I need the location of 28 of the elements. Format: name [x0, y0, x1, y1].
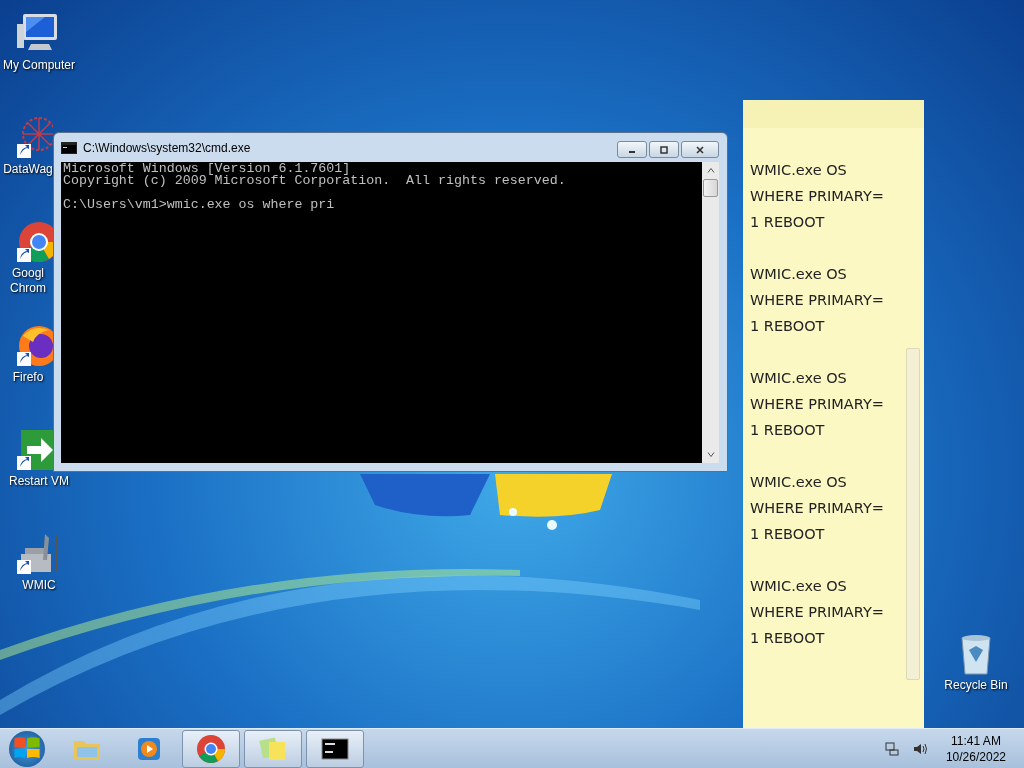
icon-label: Restart VM: [8, 474, 70, 489]
icon-label: WMIC: [21, 578, 57, 593]
close-icon: [695, 145, 705, 154]
console-icon: [61, 141, 77, 154]
note-text: WMIC.exe OS WHERE PRIMARY= 1 REBOOT: [750, 161, 885, 232]
taskbar-button[interactable]: [306, 729, 364, 768]
close-button[interactable]: [681, 141, 719, 158]
scrollbar[interactable]: [702, 162, 719, 463]
icon-label: DataWag: [3, 162, 53, 177]
maximize-button[interactable]: [649, 141, 679, 158]
minimize-button[interactable]: [617, 141, 647, 158]
console-line: Microsoft Windows [Version 6.1.7601]: [63, 163, 351, 175]
console-line: Copyright (c) 2009 Microsoft Corporation. All rights reserved.: [63, 175, 567, 187]
maximize-icon: [659, 145, 669, 154]
note-text: WMIC.exe OS WHERE PRIMARY= 1 REBOOT: [750, 369, 885, 440]
note-text: WMIC.exe OS WHERE PRIMARY= 1 REBOOT: [750, 473, 885, 544]
icon-label: My Computer: [2, 58, 76, 73]
icon-label: Recycle Bin: [943, 678, 1009, 693]
icon-label: Googl Chrom: [9, 266, 47, 296]
scroll-thumb[interactable]: [703, 179, 718, 197]
console-line: C:\Users\vm1>wmic.exe os where pri: [63, 199, 336, 211]
window-title: C:\Windows\system32\cmd.exe: [83, 140, 251, 155]
clock[interactable]: 11:41 AM 10/26/2022: [935, 732, 1006, 765]
network-icon[interactable]: [883, 740, 900, 757]
chrome-icon: [195, 732, 227, 765]
note-text: WMIC.exe OS WHERE PRIMARY= 1 REBOOT: [750, 265, 885, 336]
icon-label: Firefo: [11, 370, 45, 385]
note-text: WMIC.exe OS WHERE PRIMARY= 1 REBOOT: [750, 577, 885, 648]
